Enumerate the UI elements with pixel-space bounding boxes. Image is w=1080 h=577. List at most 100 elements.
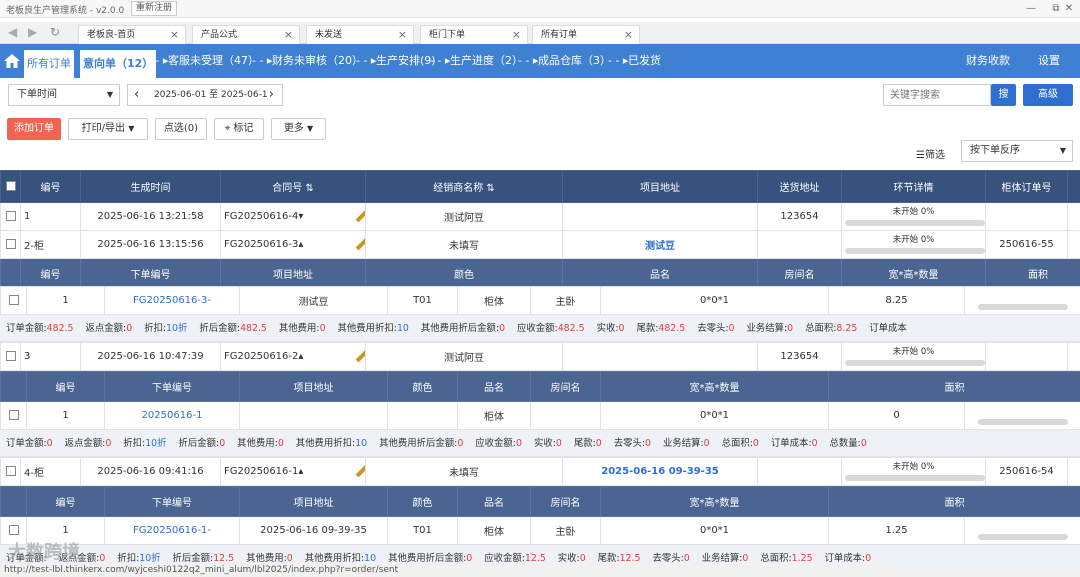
summary-value: 0 (683, 553, 690, 563)
tab-finished-warehouse[interactable]: 成品仓库（3） (538, 44, 611, 78)
sub-order-code-link[interactable]: FG20250616-3- (104, 286, 240, 315)
select-mode-button[interactable]: 点选(0) (155, 118, 207, 140)
mark-button[interactable]: ⌖ 标记 (214, 118, 264, 140)
delivery-address (757, 230, 842, 259)
sub-col-header: 品名 (562, 258, 758, 289)
summary-value: 0 (105, 438, 112, 449)
next-date-icon[interactable]: › (269, 85, 274, 105)
browser-tab-all-orders[interactable]: 所有订单 × (532, 25, 640, 45)
col-header-sortable[interactable]: 合同号 ⇅ (220, 170, 366, 203)
edit-pencil-icon[interactable] (356, 464, 365, 478)
app-title: 老板良生产管理系统 - v2.0.0 (6, 6, 125, 16)
home-icon[interactable] (4, 54, 20, 68)
contract-cell[interactable]: FG20250616-4▾ (220, 202, 366, 231)
summary-value: 0 (618, 323, 625, 334)
sub-order-code-link[interactable]: FG20250616-1- (104, 516, 240, 545)
contract-cell[interactable]: FG20250616-2▴ (220, 342, 366, 371)
tab-production-schedule[interactable]: 生产安排(9) (376, 44, 436, 78)
tab-intent-orders[interactable]: 意向单（12） (80, 50, 157, 78)
collapse-caret-icon[interactable]: ▴ (298, 351, 303, 362)
sub-area: 1.25 (828, 516, 965, 545)
add-order-button[interactable]: 添加订单 (7, 118, 61, 140)
collapse-caret-icon[interactable]: ▴ (298, 239, 303, 250)
settings-link[interactable]: 设置 (1038, 44, 1060, 78)
finance-collect-link[interactable]: 财务收款 (966, 44, 1010, 78)
caret-down-icon: ▼ (307, 124, 314, 133)
tab-all-orders[interactable]: 所有订单 (24, 50, 74, 78)
extra-cell (1067, 342, 1080, 371)
expand-caret-icon[interactable]: ▾ (298, 211, 303, 222)
order-row[interactable]: 4-柜 2025-06-16 09:41:16 FG20250616-1▴ 未填写 20… (0, 457, 1080, 486)
edit-pencil-icon[interactable] (356, 237, 365, 251)
sub-progress (964, 401, 1080, 430)
date-range-picker[interactable]: ‹ 2025-06-01 至 2025-06-1 › (127, 84, 283, 106)
row-checkbox[interactable] (0, 202, 21, 231)
sub-item-row[interactable]: 1 FG20250616-3- 测试豆 T01 柜体 主卧 0*0*1 8.25 (0, 286, 1080, 315)
browser-tab-home[interactable]: 老板良-首页 × (78, 25, 186, 44)
sub-item-row[interactable]: 1 20250616-1 柜体 0*0*1 0 (0, 401, 1080, 430)
tab-service-unaccepted[interactable]: 客服未受理（47） (168, 44, 259, 78)
sub-col-header: 宽*高*数量 (841, 258, 986, 289)
summary-label: 其他费用: (246, 553, 287, 563)
tab-shipped[interactable]: 已发货 (628, 44, 661, 78)
close-tab-icon[interactable]: × (512, 26, 521, 44)
tab-finance-unaudited[interactable]: 财务未审核（20） (272, 44, 363, 78)
close-tab-icon[interactable]: × (284, 26, 293, 44)
select-all-checkbox[interactable] (0, 170, 21, 203)
filter-toggle[interactable]: ☰筛选 (916, 146, 945, 161)
sub-col-header: 下单编号 (104, 486, 240, 517)
col-header: 生成时间 (80, 170, 221, 203)
project-address[interactable]: 2025-06-16 09-39-35 (562, 457, 758, 486)
close-tab-icon[interactable]: × (170, 26, 179, 44)
browser-tab-door-order[interactable]: 柜门下单 × (420, 25, 528, 44)
print-export-button[interactable]: 打印/导出 ▼ (68, 118, 148, 140)
row-checkbox[interactable] (0, 230, 21, 259)
summary-label: 应收金额: (517, 323, 558, 334)
back-icon[interactable]: ◀ (8, 25, 17, 39)
edit-pencil-icon[interactable] (356, 349, 365, 363)
summary-label: 尾款: (636, 323, 659, 334)
forward-icon[interactable]: ▶ (28, 25, 37, 39)
refresh-icon[interactable]: ↻ (50, 25, 60, 39)
sub-row-checkbox[interactable] (0, 401, 27, 430)
close-tab-icon[interactable]: × (624, 26, 633, 44)
progress-label: 未开始 0% (892, 207, 935, 217)
keyword-search-input[interactable] (883, 84, 991, 106)
order-no: 1 (20, 202, 81, 231)
sub-project-address (239, 401, 388, 430)
sub-order-code-link[interactable]: 20250616-1 (104, 401, 240, 430)
close-tab-icon[interactable]: × (398, 26, 407, 44)
tab-production-progress[interactable]: 生产进度（2） (450, 44, 523, 78)
row-checkbox[interactable] (0, 457, 21, 486)
sub-row-checkbox[interactable] (0, 286, 27, 315)
reregister-button[interactable]: 重新注册 (131, 1, 178, 16)
contract-cell[interactable]: FG20250616-3▴ (220, 230, 366, 259)
browser-tab-formula[interactable]: 产品公式 × (192, 25, 300, 44)
sub-col-header: 房间名 (757, 258, 842, 289)
minimize-icon[interactable]: — (1018, 0, 1044, 18)
summary-value: 0 (466, 553, 473, 563)
row-checkbox[interactable] (0, 342, 21, 371)
stage-arrow: - - ▸ (252, 54, 273, 67)
order-row[interactable]: 2-柜 2025-06-16 13:15:56 FG20250616-3▴ 未填… (0, 230, 1080, 259)
edit-pencil-icon[interactable] (356, 209, 365, 223)
sub-item-row[interactable]: 1 FG20250616-1- 2025-06-16 09-39-35 T01 柜体 主卧… (0, 516, 1080, 545)
more-button[interactable]: 更多 ▼ (271, 118, 326, 140)
contract-cell[interactable]: FG20250616-1▴ (220, 457, 366, 486)
cabinet-order-no (985, 342, 1068, 371)
col-header-sortable[interactable]: 经销商名称 ⇅ (365, 170, 563, 203)
order-row[interactable]: 3 2025-06-16 10:47:39 FG20250616-2▴ 测试阿豆 123… (0, 342, 1080, 371)
order-row[interactable]: 1 2025-06-16 13:21:58 FG20250616-4▾ 测试阿豆… (0, 202, 1080, 231)
collapse-caret-icon[interactable]: ▴ (298, 466, 303, 477)
project-address-link[interactable]: 测试豆 (562, 230, 758, 259)
advanced-search-button[interactable]: 高级 (1023, 84, 1073, 106)
sort-select[interactable]: 按下单反序 ▼ (961, 140, 1073, 162)
prev-date-icon[interactable]: ‹ (134, 85, 139, 105)
browser-tab-unsent[interactable]: 未发送 × (306, 25, 414, 44)
summary-value: 10折 (166, 323, 188, 334)
search-button[interactable]: 搜 (991, 84, 1016, 106)
time-type-select[interactable]: 下单时间 ▼ (8, 84, 120, 106)
sub-col-header: 项目地址 (220, 258, 366, 289)
close-window-icon[interactable]: ✕ (1056, 0, 1080, 18)
summary-label: 订单金额: (6, 323, 47, 334)
